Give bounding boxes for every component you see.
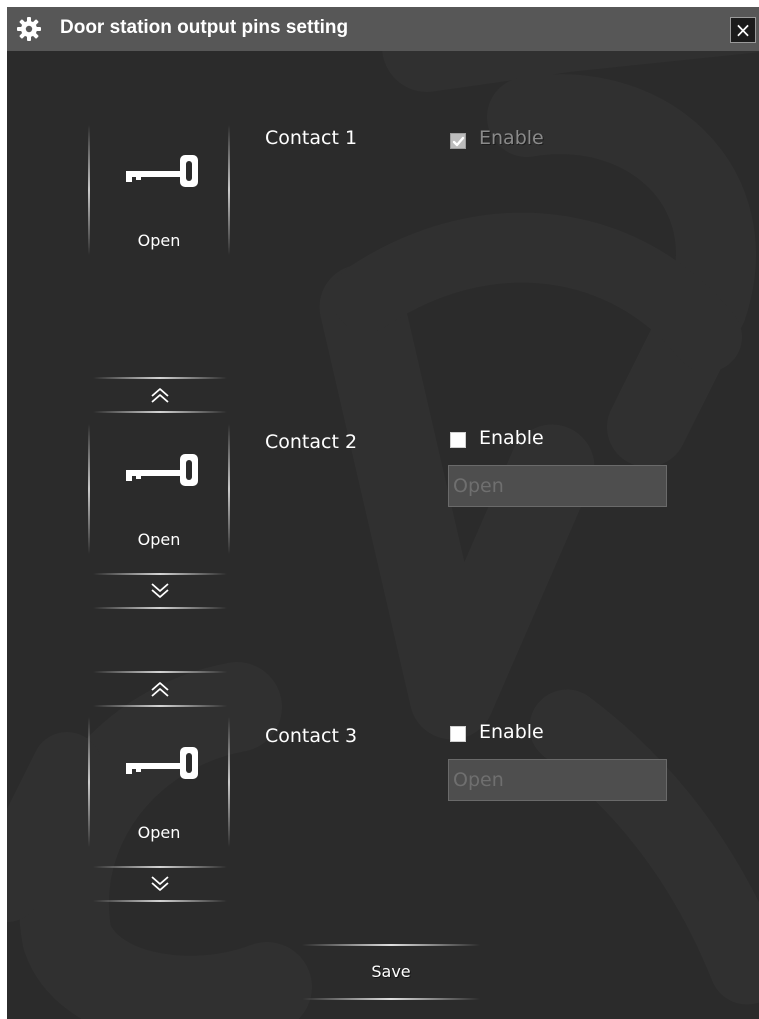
contact-2-move-up-button[interactable] [93, 377, 227, 413]
contact-1-label: Contact 1 [265, 127, 358, 149]
close-button[interactable]: × [730, 17, 756, 43]
dialog-window: Door station output pins setting × Open … [7, 7, 759, 1019]
contact-3-move-down-button[interactable] [93, 866, 227, 902]
contact-3-name-input[interactable] [448, 759, 667, 801]
gear-icon [17, 17, 41, 41]
contact-1-enable-label: Enable [479, 127, 544, 149]
contact-1-enable-checkbox[interactable] [450, 133, 466, 149]
contact-2-enable-checkbox[interactable] [450, 432, 466, 448]
contact-2-tile[interactable]: Open [88, 424, 230, 554]
key-icon [126, 454, 198, 486]
save-button-label: Save [371, 962, 411, 981]
tile-label: Open [137, 231, 181, 250]
button-divider [93, 671, 227, 673]
button-divider [302, 998, 480, 1000]
contact-3-label: Contact 3 [265, 725, 358, 747]
button-divider [93, 607, 227, 609]
button-divider [93, 377, 227, 379]
button-divider [93, 411, 227, 413]
contact-2-move-down-button[interactable] [93, 573, 227, 609]
move-up-icon [151, 682, 169, 697]
contact-2-enable-label: Enable [479, 427, 544, 449]
move-down-icon [151, 583, 169, 598]
contact-1-tile[interactable]: Open [88, 125, 230, 255]
save-button[interactable]: Save [302, 944, 480, 1000]
window-title: Door station output pins setting [60, 17, 349, 38]
contact-2-label: Contact 2 [265, 431, 358, 453]
contact-3-tile[interactable]: Open [88, 717, 230, 847]
key-icon [126, 155, 198, 187]
move-down-icon [151, 876, 169, 891]
contact-3-enable-checkbox[interactable] [450, 726, 466, 742]
button-divider [93, 866, 227, 868]
button-divider [93, 573, 227, 575]
key-icon [126, 747, 198, 779]
contact-3-move-up-button[interactable] [93, 671, 227, 707]
move-up-icon [151, 388, 169, 403]
button-divider [302, 944, 480, 946]
tile-label: Open [137, 530, 181, 549]
close-icon: × [734, 18, 752, 42]
title-bar: Door station output pins setting × [7, 7, 759, 51]
button-divider [93, 705, 227, 707]
contact-3-enable-label: Enable [479, 721, 544, 743]
contact-2-name-input[interactable] [448, 465, 667, 507]
tile-label: Open [137, 823, 181, 842]
button-divider [93, 900, 227, 902]
checkmark-icon [452, 136, 465, 147]
